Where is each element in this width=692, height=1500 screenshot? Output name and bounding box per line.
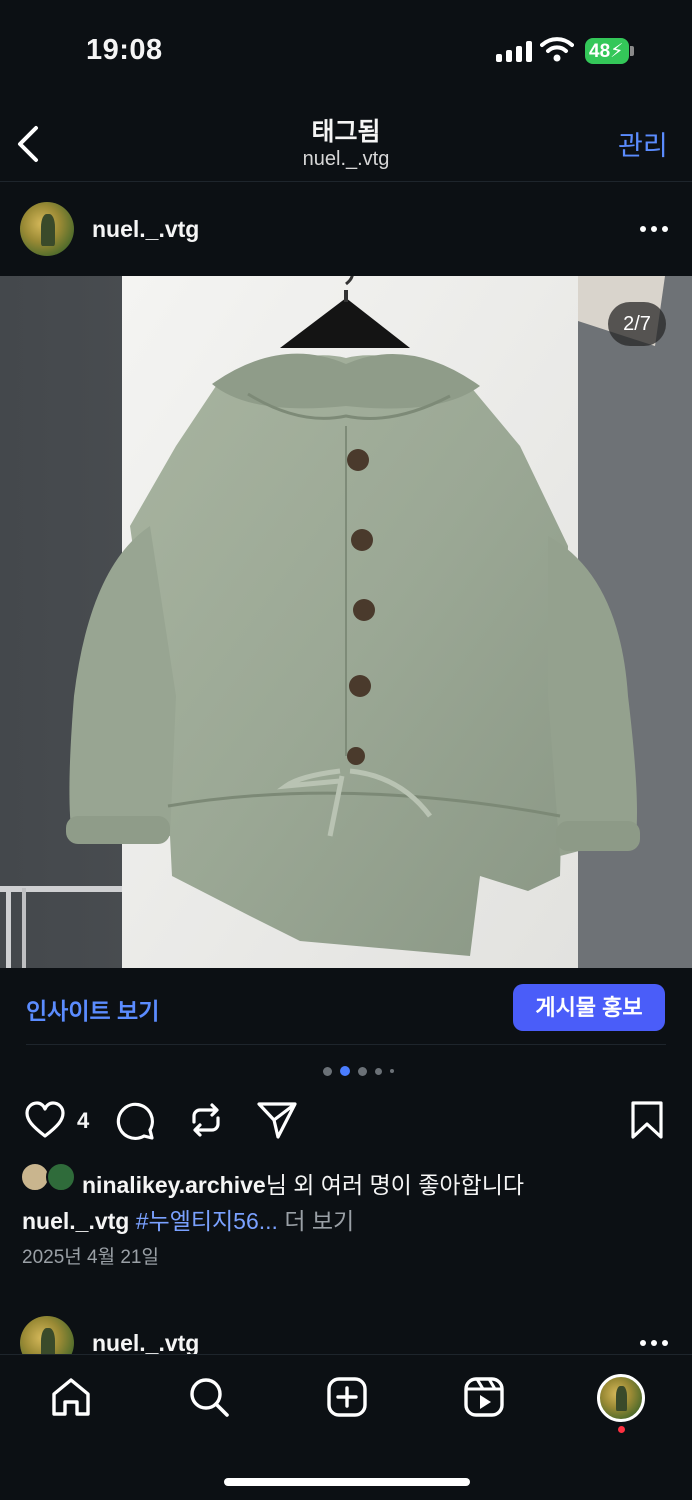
caption[interactable]: nuel._.vtg #누엘티지56... 더 보기 [22,1202,354,1236]
repost-icon[interactable] [186,1100,226,1140]
carousel-dot [358,1066,367,1076]
heart-icon[interactable] [24,1100,66,1140]
profile-avatar[interactable] [597,1374,645,1422]
avatar[interactable] [20,202,74,256]
home-indicator[interactable] [224,1478,470,1486]
header-divider [0,181,692,182]
more-options-icon[interactable] [640,226,668,232]
manage-button[interactable]: 관리 [618,124,668,163]
comment-icon[interactable] [114,1100,156,1142]
liked-by-suffix: 님 외 여러 명이 좋아합니다 [265,1172,525,1198]
promote-post-button[interactable]: 게시물 홍보 [513,984,665,1031]
caption-more-link[interactable]: 더 보기 [284,1208,354,1234]
notification-dot [618,1426,625,1433]
view-insights-link[interactable]: 인사이트 보기 [26,992,159,1026]
jacket-photo [0,276,692,968]
post-date: 2025년 4월 21일 [22,1247,159,1268]
create-icon[interactable] [326,1376,368,1418]
status-time: 19:08 [86,34,163,66]
page-title: 태그됨 [311,118,381,146]
caption-username[interactable]: nuel._.vtg [22,1208,129,1234]
bookmark-icon[interactable] [630,1100,664,1140]
carousel-dot [375,1067,382,1075]
liker-avatar [46,1162,76,1192]
carousel-dot [390,1069,394,1073]
signal-icon [496,40,532,62]
share-icon[interactable] [256,1100,298,1140]
reels-icon[interactable] [463,1376,505,1418]
post-username[interactable]: nuel._.vtg [92,216,199,243]
search-icon[interactable] [188,1376,230,1418]
liked-by-text[interactable]: ninalikey.archive님 외 여러 명이 좋아합니다 [82,1166,524,1200]
liked-by-user[interactable]: ninalikey.archive [82,1172,266,1198]
next-post-username[interactable]: nuel._.vtg [92,1330,199,1357]
like-count[interactable]: 4 [77,1108,89,1134]
carousel-indicator [323,1066,394,1076]
wifi-icon [540,37,574,62]
home-icon[interactable] [50,1376,92,1418]
page-subtitle: nuel._.vtg [302,148,390,170]
nav-divider [0,1354,692,1355]
carousel-dot [323,1066,332,1076]
liked-by-avatars[interactable] [20,1162,80,1196]
battery-charging-icon: 48⚡ [585,38,634,64]
battery-level: 48 [589,41,611,62]
caption-hashtag[interactable]: #누엘티지56... [136,1208,278,1234]
carousel-dot-active [340,1066,350,1076]
post-image[interactable] [0,276,692,968]
image-counter: 2/7 [608,302,666,346]
insight-divider [26,1044,666,1045]
next-post-more-icon[interactable] [640,1340,668,1346]
